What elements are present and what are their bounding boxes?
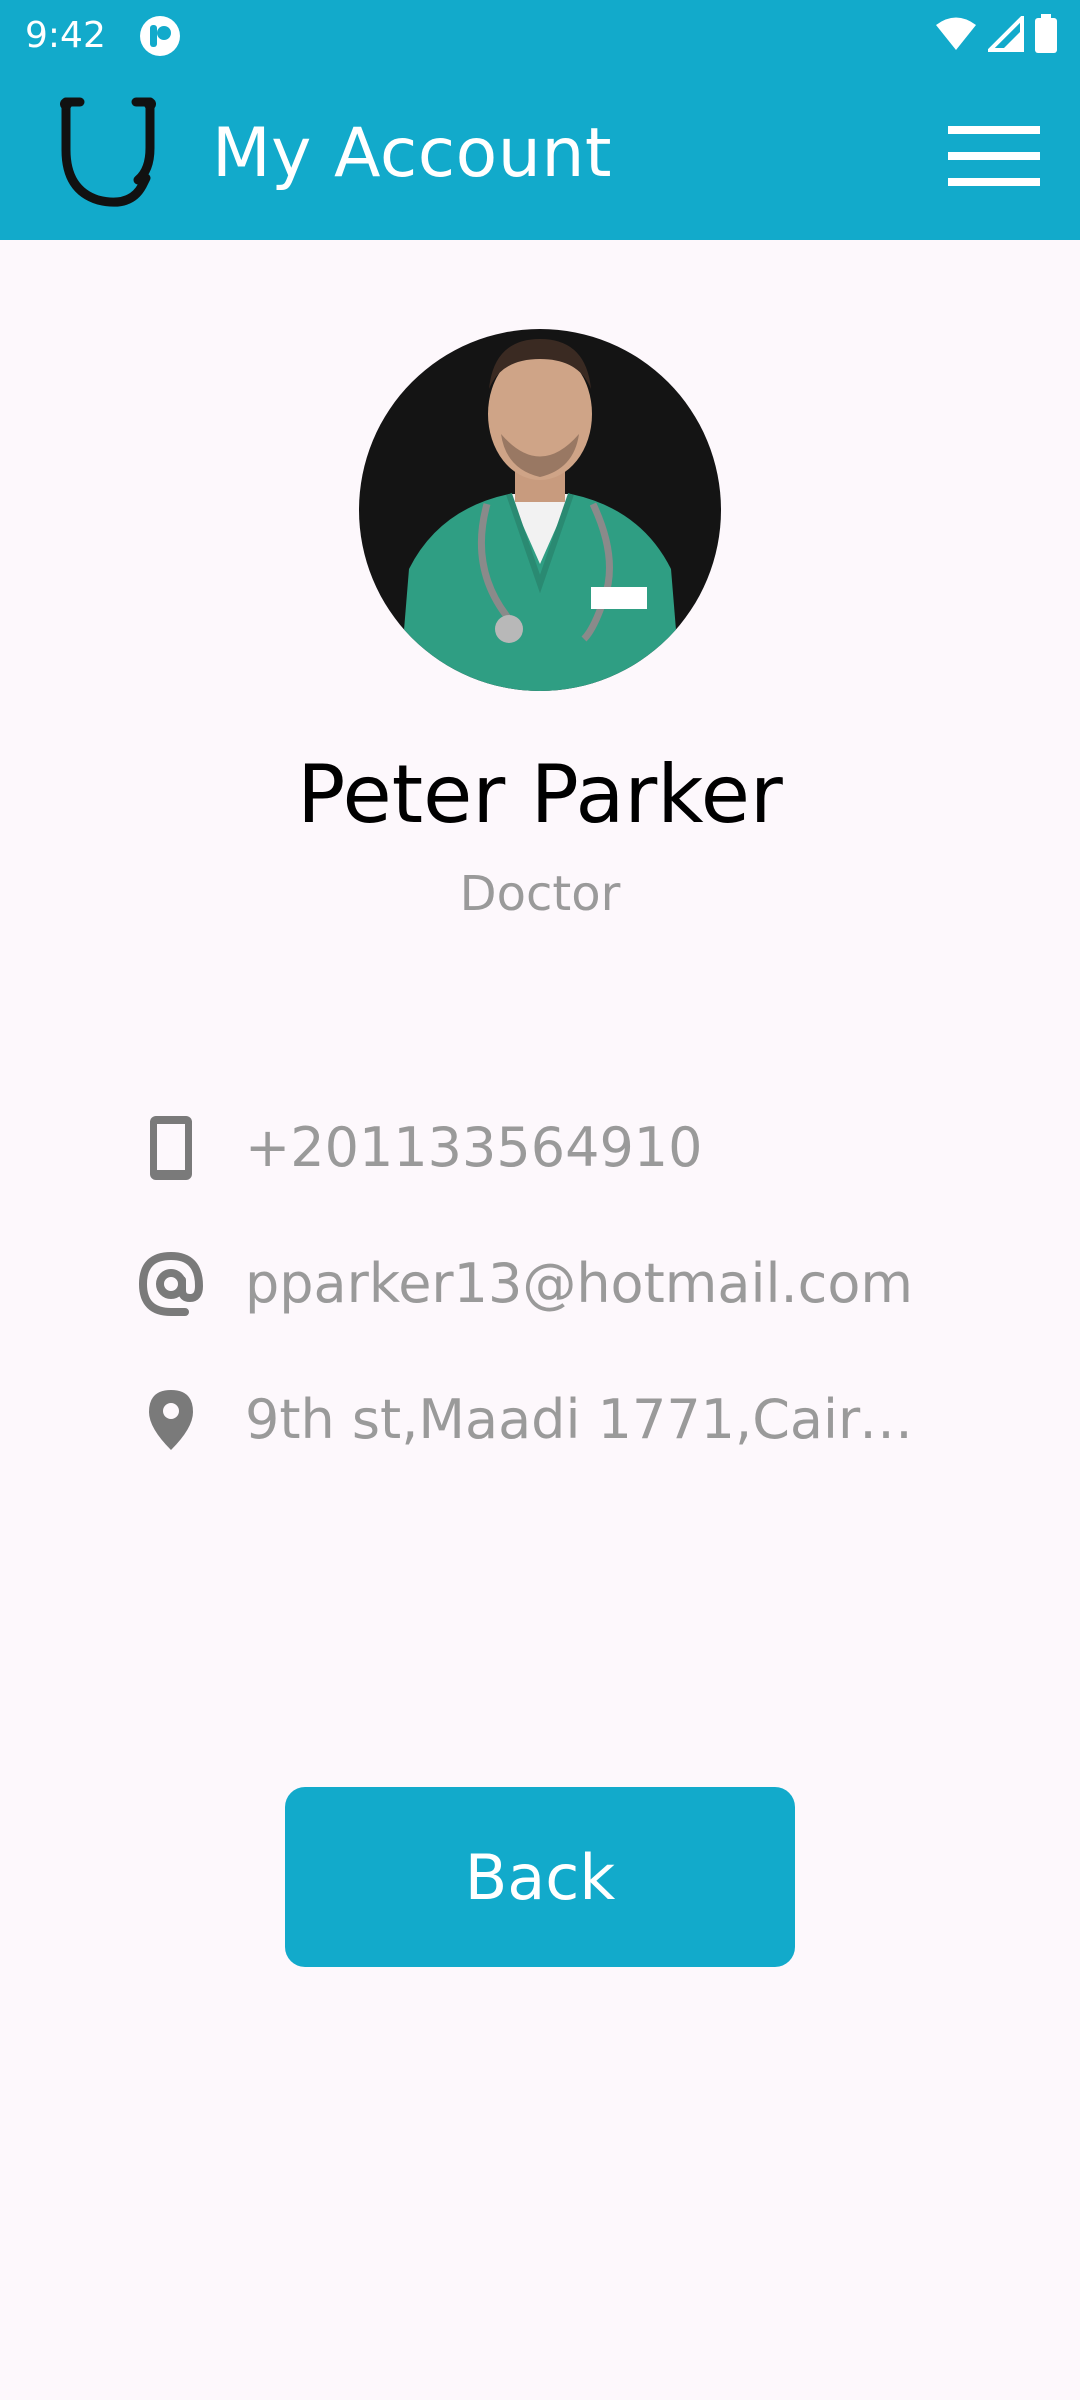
- address-text: 9th st,Maadi 1771,Cairo…: [245, 1388, 945, 1451]
- address-row: 9th st,Maadi 1771,Cairo…: [130, 1380, 960, 1460]
- app-bar: 9:42 My Account: [0, 0, 1080, 240]
- location-pin-icon: [130, 1380, 212, 1460]
- cellular-icon: [985, 13, 1024, 56]
- avatar: [359, 329, 721, 691]
- hamburger-menu-icon[interactable]: [946, 120, 1042, 192]
- email-row: pparker13@hotmail.com: [130, 1244, 960, 1324]
- stethoscope-icon: [50, 90, 174, 224]
- phone-number: +201133564910: [245, 1116, 703, 1179]
- status-icons: [934, 13, 1058, 58]
- profile-name: Peter Parker: [297, 748, 783, 841]
- at-sign-icon: [130, 1244, 212, 1324]
- phone-row: +201133564910: [130, 1108, 960, 1188]
- email-address: pparker13@hotmail.com: [245, 1252, 913, 1315]
- back-button[interactable]: Back: [285, 1787, 795, 1967]
- page-title: My Account: [212, 114, 613, 193]
- menu-line: [948, 126, 1040, 134]
- menu-line: [948, 152, 1040, 160]
- menu-line: [948, 178, 1040, 186]
- battery-icon: [1034, 14, 1058, 58]
- profile-role: Doctor: [459, 866, 621, 922]
- status-time: 9:42: [25, 15, 106, 56]
- app-notification-icon: [139, 15, 181, 61]
- wifi-icon: [934, 16, 978, 56]
- phone-icon: [130, 1108, 212, 1188]
